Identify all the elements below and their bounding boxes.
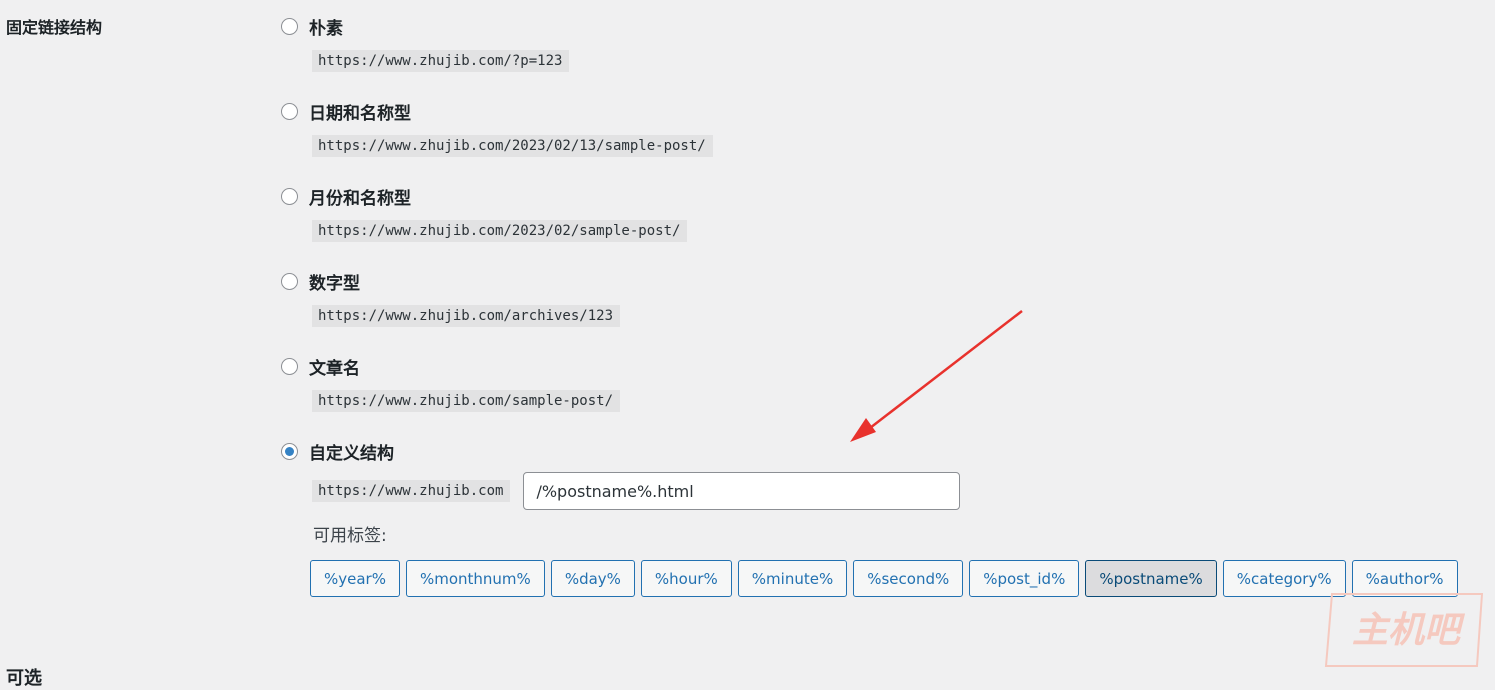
- optional-section-title: 可选: [6, 668, 42, 689]
- annotation-arrow-icon: [850, 310, 1023, 442]
- watermark-logo-icon: 主机吧: [1324, 593, 1484, 667]
- svg-text:主机吧: 主机吧: [1352, 610, 1466, 651]
